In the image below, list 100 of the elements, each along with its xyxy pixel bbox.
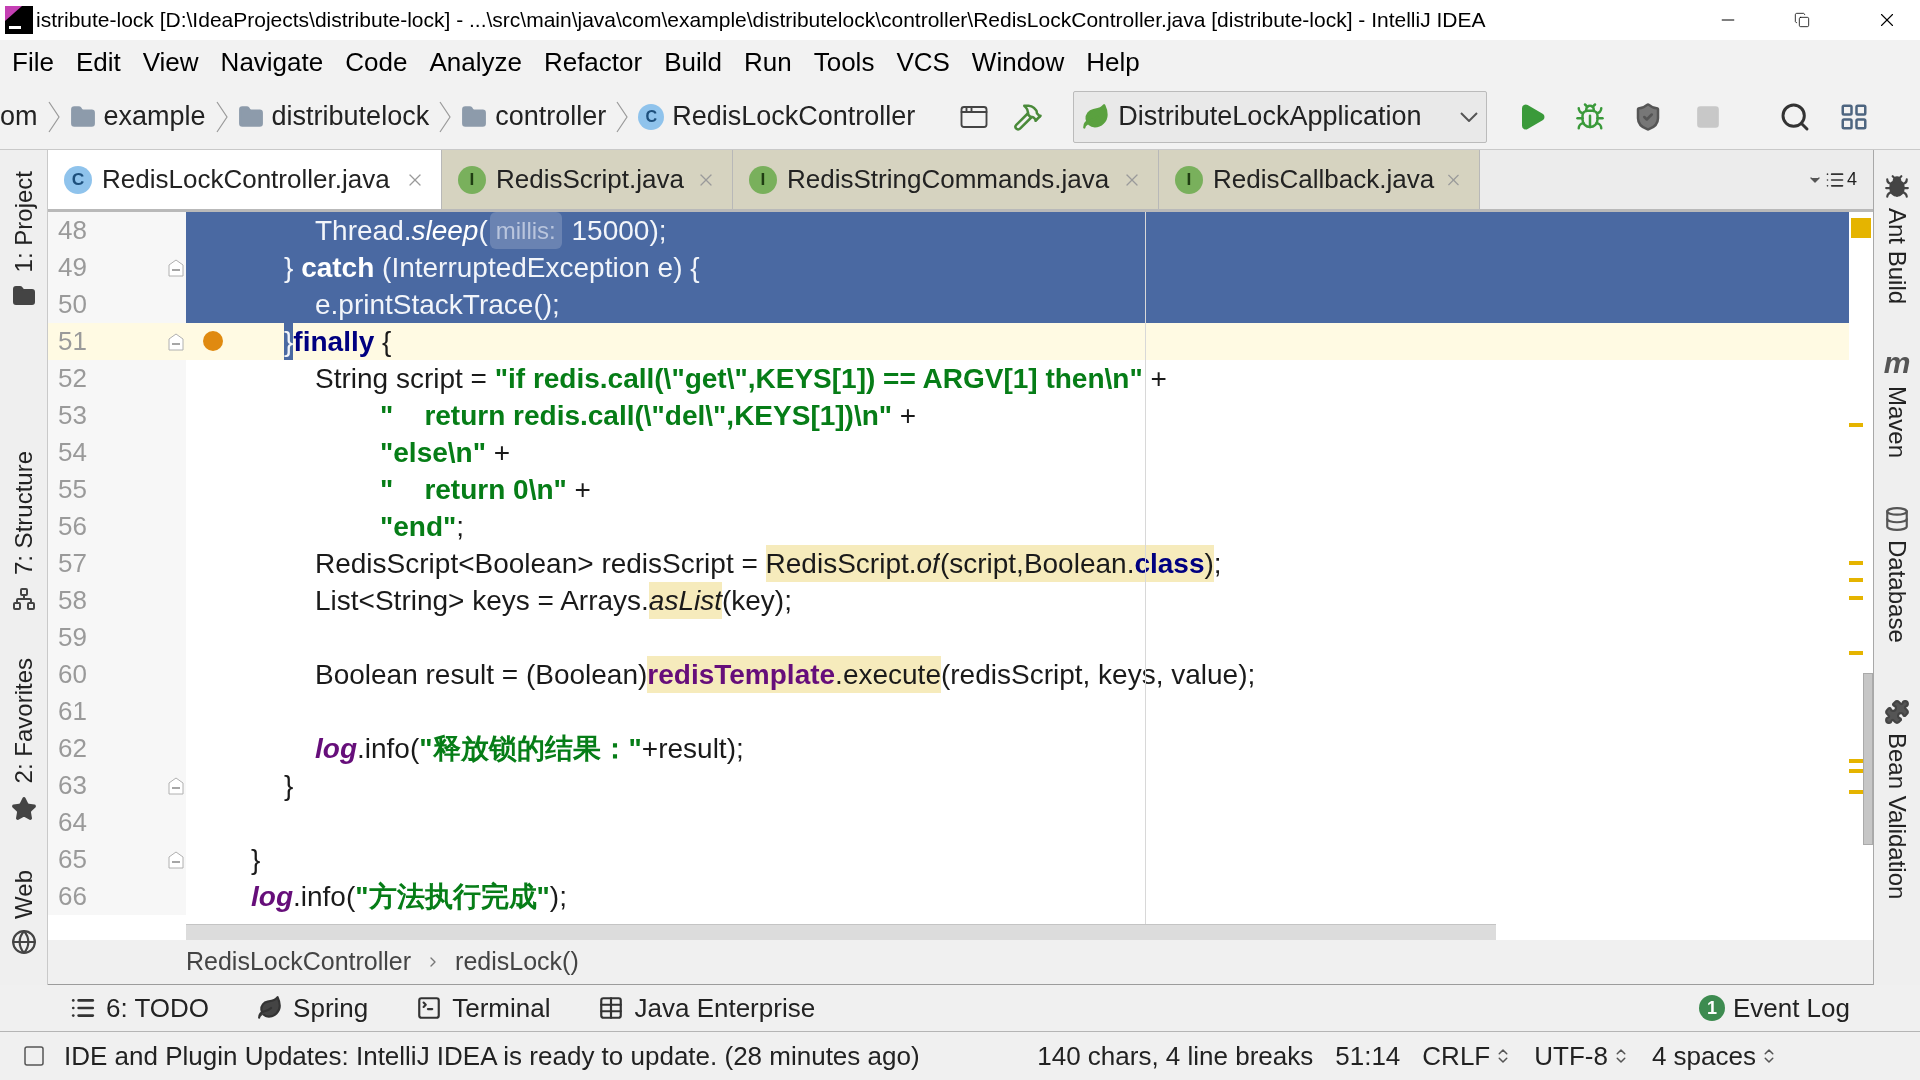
debug-icon[interactable] — [1575, 101, 1606, 132]
tool-window-tab[interactable]: 2: Favorites — [5, 658, 42, 784]
breadcrumb-item[interactable]: controller — [495, 96, 607, 137]
breadcrumb-item[interactable]: example — [103, 96, 206, 137]
tool-window-button[interactable]: 6: TODO — [70, 988, 210, 1028]
maven-icon: m — [1883, 348, 1911, 379]
status-item[interactable]: CRLF — [1422, 1036, 1513, 1076]
tool-window-button[interactable]: Java Enterprise — [598, 988, 816, 1028]
menu-item[interactable]: Tools — [813, 42, 875, 82]
code-line: } catch (InterruptedException e) { — [284, 251, 700, 285]
tool-window-button[interactable]: Terminal — [416, 988, 551, 1028]
bean-icon — [1884, 698, 1910, 725]
fold-icon[interactable] — [168, 776, 184, 795]
line-number: 59 — [58, 621, 88, 654]
editor-tab[interactable]: C RedisLockController.java — [48, 150, 442, 209]
tool-window-tab[interactable]: 1: Project — [5, 171, 42, 273]
table-icon — [598, 995, 625, 1021]
folder-icon — [237, 103, 264, 130]
menu-item[interactable]: Window — [971, 42, 1065, 82]
editor-tab[interactable]: I RedisStringCommands.java — [733, 150, 1159, 209]
line-number: 54 — [58, 436, 88, 469]
count-badge: 1 — [1698, 995, 1725, 1021]
window-title: istribute-lock [D:\IdeaProjects\distribute-lock] - ...\src\main\java\com\example\distributelock\controller\RedisLockController.java [distribute-lock] - IntelliJ IDEA — [36, 7, 1486, 34]
code-line: " return 0\n" + — [380, 473, 591, 507]
chevron-icon — [616, 100, 629, 133]
fold-icon[interactable] — [168, 332, 184, 351]
menu-item[interactable]: Analyze — [429, 42, 522, 82]
menu-item[interactable]: Navigate — [220, 42, 324, 82]
leaf-icon — [1082, 102, 1111, 131]
ant-icon — [1884, 174, 1910, 200]
menu-item[interactable]: Edit — [75, 42, 121, 82]
tool-window-tab[interactable]: Maven — [1879, 386, 1915, 459]
code-line: RedisScript<Boolean> redisScript = RedisScript.of(script,Boolean.class); — [315, 545, 1222, 582]
structure-icon — [11, 587, 36, 612]
line-number: 51 — [58, 325, 88, 358]
status-item[interactable]: UTF-8 — [1534, 1036, 1630, 1076]
status-item[interactable]: 140 chars, 4 line breaks — [1037, 1036, 1314, 1076]
tool-window-tab[interactable]: Database — [1879, 540, 1915, 643]
menu-item[interactable]: View — [142, 42, 199, 82]
chevron-icon — [215, 100, 228, 133]
editor-tab[interactable]: I RedisCallback.java — [1159, 150, 1480, 209]
menu-item[interactable]: Code — [345, 42, 408, 82]
code-line: e.printStackTrace(); — [315, 288, 560, 322]
line-number: 49 — [58, 251, 88, 284]
line-number: 55 — [58, 473, 88, 506]
app-icon — [4, 5, 34, 35]
restore-icon[interactable] — [1794, 12, 1810, 28]
interface-icon: I — [749, 165, 777, 194]
editor-tab[interactable]: I RedisScript.java — [442, 150, 733, 209]
horizontal-scrollbar[interactable] — [186, 924, 1496, 940]
menu-item[interactable]: VCS — [896, 42, 950, 82]
event-log-button[interactable]: Event Log — [1732, 988, 1850, 1028]
line-number: 64 — [58, 806, 88, 839]
globe-icon — [10, 928, 37, 955]
menu-item[interactable]: File — [12, 42, 54, 82]
code-line: log.info("释放锁的结果："+result); — [315, 732, 744, 766]
status-item[interactable]: 51:14 — [1335, 1036, 1401, 1076]
line-number: 63 — [58, 769, 88, 802]
tool-window-tab[interactable]: Bean Validation — [1879, 732, 1915, 900]
line-number: 52 — [58, 362, 88, 395]
chevron-icon — [47, 100, 60, 133]
tool-window-button[interactable]: Spring — [257, 988, 369, 1028]
status-message[interactable]: IDE and Plugin Updates: IntelliJ IDEA is ready to update. (28 minutes ago) — [64, 1036, 920, 1076]
line-number: 57 — [58, 547, 88, 580]
menu-item[interactable]: Refactor — [543, 42, 643, 82]
line-number: 56 — [58, 510, 88, 543]
breadcrumb-item[interactable]: RedisLockController — [672, 96, 916, 137]
panel-icon[interactable] — [22, 1044, 46, 1068]
folder-icon — [69, 103, 96, 130]
class-icon: C — [638, 103, 665, 130]
breadcrumb-item[interactable]: RedisLockController — [186, 943, 412, 981]
line-number: 61 — [58, 695, 88, 728]
code-line: String script = "if redis.call(\"get\",KEYS[1]) == ARGV[1] then\n" + — [315, 362, 1167, 396]
menu-item[interactable]: Build — [664, 42, 722, 82]
tool-window-tab[interactable]: Web — [5, 869, 42, 919]
code-line: "end"; — [380, 510, 465, 544]
tab-count: 4 — [1847, 168, 1857, 191]
tool-window-tab[interactable]: 7: Structure — [5, 451, 42, 576]
tool-window-tab[interactable]: Ant Build — [1879, 208, 1915, 305]
fold-icon[interactable] — [168, 258, 184, 277]
code-line: Boolean result = (Boolean)redisTemplate.execute(redisScript, keys, value); — [315, 656, 1256, 693]
run-config-dropdown[interactable]: DistributeLockApplication — [1073, 90, 1488, 143]
menu-item[interactable]: Help — [1086, 42, 1140, 82]
folder-icon — [461, 103, 488, 130]
breadcrumb-item[interactable]: om — [0, 96, 38, 137]
menu-item[interactable]: Run — [744, 42, 792, 82]
line-number: 50 — [58, 288, 88, 321]
breadcrumb-item[interactable]: distributelock — [271, 96, 430, 137]
code-line: } — [251, 843, 261, 877]
code-line: log.info("方法执行完成"); — [251, 880, 567, 914]
stop-icon[interactable] — [1695, 103, 1722, 130]
fold-icon[interactable] — [168, 850, 184, 869]
status-item[interactable]: 4 spaces — [1651, 1036, 1778, 1076]
line-number: 53 — [58, 399, 88, 432]
scrollbar-thumb[interactable] — [1863, 673, 1873, 845]
line-number: 65 — [58, 843, 88, 876]
breadcrumb-item[interactable]: redisLock() — [455, 943, 579, 981]
code-line: Thread.sleep( millis: 15000); — [315, 212, 667, 249]
code-line: } — [284, 769, 294, 803]
database-icon — [1884, 506, 1910, 533]
